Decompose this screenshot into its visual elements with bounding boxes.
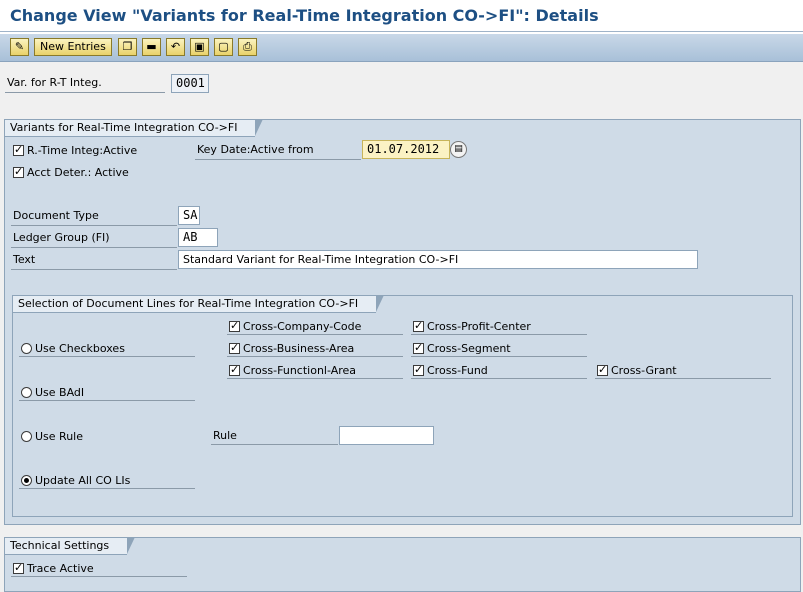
- cba-underline: [227, 356, 403, 357]
- rt-integ-active-checkbox[interactable]: R.-Time Integ:Active: [13, 143, 137, 157]
- cross-fund-label: Cross-Fund: [427, 363, 488, 377]
- rt-integ-label: R.-Time Integ:Active: [27, 143, 138, 157]
- cross-business-area-box[interactable]: [229, 341, 240, 354]
- text-underline: [11, 269, 177, 270]
- update-all-underline: [19, 488, 195, 489]
- use-rule-label: Use Rule: [35, 429, 83, 443]
- cross-grant-box[interactable]: [597, 363, 608, 376]
- acct-deter-label: Acct Deter.: Active: [27, 165, 129, 179]
- ledger-underline: [11, 247, 177, 248]
- use-checkboxes-radio-circle[interactable]: [21, 342, 32, 354]
- technical-settings-title: Technical Settings: [4, 537, 136, 555]
- update-all-radio-circle[interactable]: [21, 474, 32, 486]
- key-date-underline: [195, 159, 361, 160]
- cross-segment-label: Cross-Segment: [427, 341, 511, 355]
- deselect-all-icon[interactable]: ▢: [214, 38, 233, 56]
- cross-profit-center-checkbox[interactable]: Cross-Profit-Center: [413, 319, 531, 333]
- cross-company-code-label: Cross-Company-Code: [243, 319, 362, 333]
- cross-grant-checkbox[interactable]: Cross-Grant: [597, 363, 677, 377]
- cross-segment-checkbox[interactable]: Cross-Segment: [413, 341, 511, 355]
- use-rule-radio[interactable]: Use Rule: [21, 429, 83, 443]
- acct-deter-active-checkbox[interactable]: Acct Deter.: Active: [13, 165, 129, 179]
- use-checkboxes-label: Use Checkboxes: [35, 341, 125, 355]
- variants-group-title: Variants for Real-Time Integration CO->F…: [4, 119, 264, 137]
- selection-group-title: Selection of Document Lines for Real-Tim…: [12, 295, 385, 313]
- title-divider: [0, 31, 803, 32]
- variant-label-underline: [5, 92, 165, 93]
- cpc-underline: [411, 334, 587, 335]
- cross-company-code-checkbox[interactable]: Cross-Company-Code: [229, 319, 361, 333]
- use-badi-underline: [19, 400, 195, 401]
- cross-profit-center-label: Cross-Profit-Center: [427, 319, 531, 333]
- use-badi-radio-circle[interactable]: [21, 386, 32, 398]
- application-toolbar: ✎ New Entries ❐ ▬ ↶ ▣ ▢ ⎙: [0, 34, 803, 62]
- edit-icon[interactable]: ✎: [10, 38, 29, 56]
- text-field[interactable]: Standard Variant for Real-Time Integrati…: [178, 250, 698, 269]
- cross-fund-box[interactable]: [413, 363, 424, 376]
- delete-icon[interactable]: ▬: [142, 38, 161, 56]
- trace-active-checkbox[interactable]: Trace Active: [13, 561, 94, 575]
- ledger-group-field[interactable]: AB: [178, 228, 218, 247]
- cross-business-area-label: Cross-Business-Area: [243, 341, 355, 355]
- acct-deter-checkbox-box[interactable]: [13, 165, 24, 178]
- trace-active-label: Trace Active: [27, 561, 94, 575]
- variant-label: Var. for R-T Integ.: [7, 76, 102, 89]
- undo-icon[interactable]: ↶: [166, 38, 185, 56]
- rt-integ-checkbox-box[interactable]: [13, 143, 24, 156]
- cross-functional-area-label: Cross-Functionl-Area: [243, 363, 357, 377]
- cross-segment-box[interactable]: [413, 341, 424, 354]
- cfa-underline: [227, 378, 403, 379]
- select-all-icon[interactable]: ▣: [190, 38, 209, 56]
- text-label: Text: [13, 253, 36, 266]
- new-entries-button[interactable]: New Entries: [34, 38, 112, 56]
- variant-field: 0001: [171, 74, 209, 93]
- cross-functional-area-checkbox[interactable]: Cross-Functionl-Area: [229, 363, 356, 377]
- document-type-field[interactable]: SA: [178, 206, 200, 225]
- print-icon[interactable]: ⎙: [238, 38, 257, 56]
- use-badi-radio[interactable]: Use BAdI: [21, 385, 84, 399]
- update-all-co-lis-radio[interactable]: Update All CO LIs: [21, 473, 130, 487]
- use-checkboxes-underline: [19, 356, 195, 357]
- cross-grant-label: Cross-Grant: [611, 363, 677, 377]
- cross-functional-area-box[interactable]: [229, 363, 240, 376]
- cross-profit-center-box[interactable]: [413, 319, 424, 332]
- ccc-underline: [227, 334, 403, 335]
- rule-label: Rule: [213, 429, 237, 442]
- doc-type-underline: [11, 225, 177, 226]
- document-type-label: Document Type: [13, 209, 99, 222]
- use-checkboxes-radio[interactable]: Use Checkboxes: [21, 341, 125, 355]
- rule-field[interactable]: [339, 426, 434, 445]
- use-rule-radio-circle[interactable]: [21, 430, 32, 442]
- update-all-label: Update All CO LIs: [35, 473, 131, 487]
- ledger-group-label: Ledger Group (FI): [13, 231, 110, 244]
- page-title: Change View "Variants for Real-Time Inte…: [10, 6, 599, 25]
- cross-business-area-checkbox[interactable]: Cross-Business-Area: [229, 341, 354, 355]
- key-date-label: Key Date:Active from: [197, 143, 314, 156]
- technical-settings-group: Technical Settings: [4, 537, 801, 592]
- use-badi-label: Use BAdI: [35, 385, 85, 399]
- cross-company-code-box[interactable]: [229, 319, 240, 332]
- cf-underline: [411, 378, 587, 379]
- key-date-field[interactable]: 01.07.2012: [362, 140, 450, 159]
- trace-underline: [11, 576, 187, 577]
- copy-icon[interactable]: ❐: [118, 38, 137, 56]
- rule-underline: [211, 444, 338, 445]
- cg-underline: [595, 378, 771, 379]
- trace-active-box[interactable]: [13, 561, 24, 574]
- calendar-icon[interactable]: ▤: [450, 141, 467, 158]
- cs-underline: [411, 356, 587, 357]
- cross-fund-checkbox[interactable]: Cross-Fund: [413, 363, 488, 377]
